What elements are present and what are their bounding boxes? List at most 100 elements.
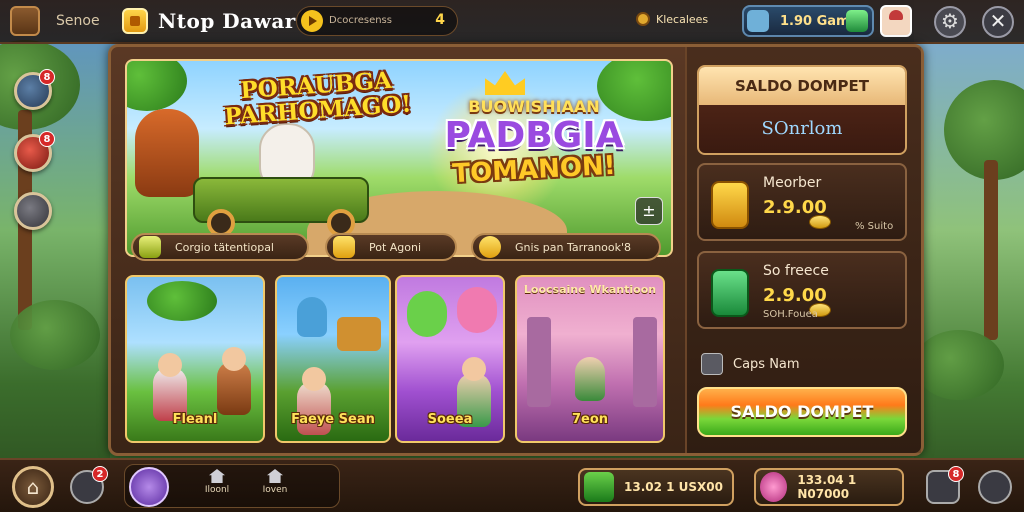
mail-icon[interactable]: 2 [70,466,108,504]
horn-icon[interactable]: 8 [14,131,55,172]
tile-label: Fleanl [172,412,218,427]
play-icon[interactable] [301,10,323,32]
avatar-icon [760,472,788,502]
feature-label: Gnis pan Tarranook'8 [515,240,632,254]
top-search-label[interactable]: Senoe [56,13,100,29]
close-icon[interactable]: ✕ [982,6,1014,38]
wallet-title: SALDO DOMPET [699,67,905,105]
field-text: Dcocresenss [329,15,392,26]
member-stat-card[interactable]: Meorber 2.9.00 % Suito [697,163,907,241]
coin-icon [809,215,831,229]
caps-icon [701,353,723,375]
top-bar: Senoe Ntop Dawar Dcocresenss 4 Klecalees… [0,0,1024,44]
chest-icon[interactable] [10,6,40,36]
gold-jar-icon [711,181,749,229]
wallet-balance-card[interactable]: SALDO DOMPET SOnrlom [697,65,907,155]
caps-row[interactable]: Caps Nam [701,353,800,375]
top-field[interactable]: Dcocresenss 4 [296,6,458,36]
bottom-currency-pill-1[interactable]: 13.02 1 USX00 [578,468,734,506]
app-logo-icon [122,8,148,34]
stat-sub: % Suito [855,221,894,232]
character [457,287,497,333]
free-stat-card[interactable]: So freece 2.9.00 SOH.Fouea [697,251,907,329]
field-number: 4 [435,12,445,28]
feature-pill-1[interactable]: Corgio tätentiopal [131,233,309,261]
character [407,291,447,337]
nav-label: Ioven [262,485,288,495]
tree-trunk [984,160,998,340]
promo-banner[interactable]: PORAUBGA PARHOMAGO! BUOWISHIAAN PADBGIA … [125,59,673,257]
game-tile-3[interactable]: Soeea [395,275,505,443]
stat-label: So freece [763,263,829,279]
character [297,297,327,337]
gold-coin-icon [479,236,501,258]
notification-badge: 8 [39,69,55,85]
pillar [527,317,551,407]
feature-label: Pot Agoni [369,240,422,254]
home-icon[interactable]: ⌂ [12,466,54,508]
nav-item-1[interactable]: Iloonl [191,469,243,505]
house-icon[interactable]: 8 [926,466,964,504]
crown-icon [485,71,525,95]
bear-character [135,109,199,197]
nav-item-2[interactable]: Ioven [249,469,301,505]
potion-icon[interactable]: 8 [14,69,55,110]
notification-badge: 2 [92,466,108,482]
tile-label: Soeea [427,412,473,427]
tools-icon[interactable] [978,470,1012,504]
right-scenery [914,0,1024,512]
shield-icon[interactable] [14,192,52,230]
wallet-value: SOnrlom [761,118,843,139]
game-tile-2[interactable]: Faeye Sean [275,275,391,443]
profile-avatar[interactable] [880,5,912,37]
coin-gear-icon [636,12,650,26]
settings-gear-icon[interactable] [934,6,966,38]
bush [10,300,100,370]
banner-share-icon[interactable]: ± [635,197,663,225]
character [575,357,605,401]
banner-subtitle: BUOWISHIAAN [468,97,600,116]
game-tile-1[interactable]: Fleanl [125,275,265,443]
feature-pill-3[interactable]: Gnis pan Tarranook'8 [471,233,661,261]
stat-label: Meorber [763,175,822,191]
banner-title-right: BUOWISHIAAN PADBGIA TOMANON! [399,97,669,189]
gem-icon[interactable] [846,10,868,32]
nav-label: Iloonl [204,485,230,495]
magic-book-icon[interactable] [129,467,169,507]
main-panel: PORAUBGA PARHOMAGO! BUOWISHIAAN PADBGIA … [108,44,924,456]
app-title: Ntop Dawar [158,9,296,33]
left-scenery [0,0,110,512]
stat-sub: SOH.Fouea [763,309,818,320]
gold-status-text: Klecalees [656,12,709,26]
scroll-icon [139,236,161,258]
tile-top-label: Loocsaine Wkantioon [523,283,657,296]
crate [337,317,381,351]
bottom-bar: ⌂ 2 Iloonl Ioven 13.02 1 USX00 133.04 1 … [0,458,1024,512]
caps-label: Caps Nam [733,356,800,372]
character-head [302,367,326,391]
tile-label: Faeye Sean [291,412,375,427]
green-jar-icon [711,269,749,317]
notification-badge: 8 [39,131,55,147]
tile-label: 7eon [571,412,609,427]
feature-label: Corgio tätentiopal [175,240,274,254]
balance-text: 1.90 Gam [780,14,850,29]
character-head [462,357,486,381]
wallet-column: SALDO DOMPET SOnrlom Meorber 2.9.00 % Su… [685,47,921,453]
feature-pill-2[interactable]: Pot Agoni [325,233,457,261]
balance-avatar-icon [747,10,769,32]
green-gem-icon [584,472,614,502]
game-tile-4[interactable]: Loocsaine Wkantioon 7eon [515,275,665,443]
balance-pill[interactable]: 1.90 Gam [742,5,874,37]
bottom-nav: Iloonl Ioven [124,464,340,508]
house-icon [209,469,225,483]
pill-text: 13.02 1 USX00 [624,480,723,494]
character-head [222,347,246,371]
coin-icon [333,236,355,258]
pillar [633,317,657,407]
pill-text: 133.04 1 N07000 [797,473,857,501]
bottom-currency-pill-2[interactable]: 133.04 1 N07000 [754,468,904,506]
wallet-cta-button[interactable]: SALDO DOMPET [697,387,907,437]
tree-foliage [147,281,217,321]
notification-badge: 8 [948,466,964,482]
